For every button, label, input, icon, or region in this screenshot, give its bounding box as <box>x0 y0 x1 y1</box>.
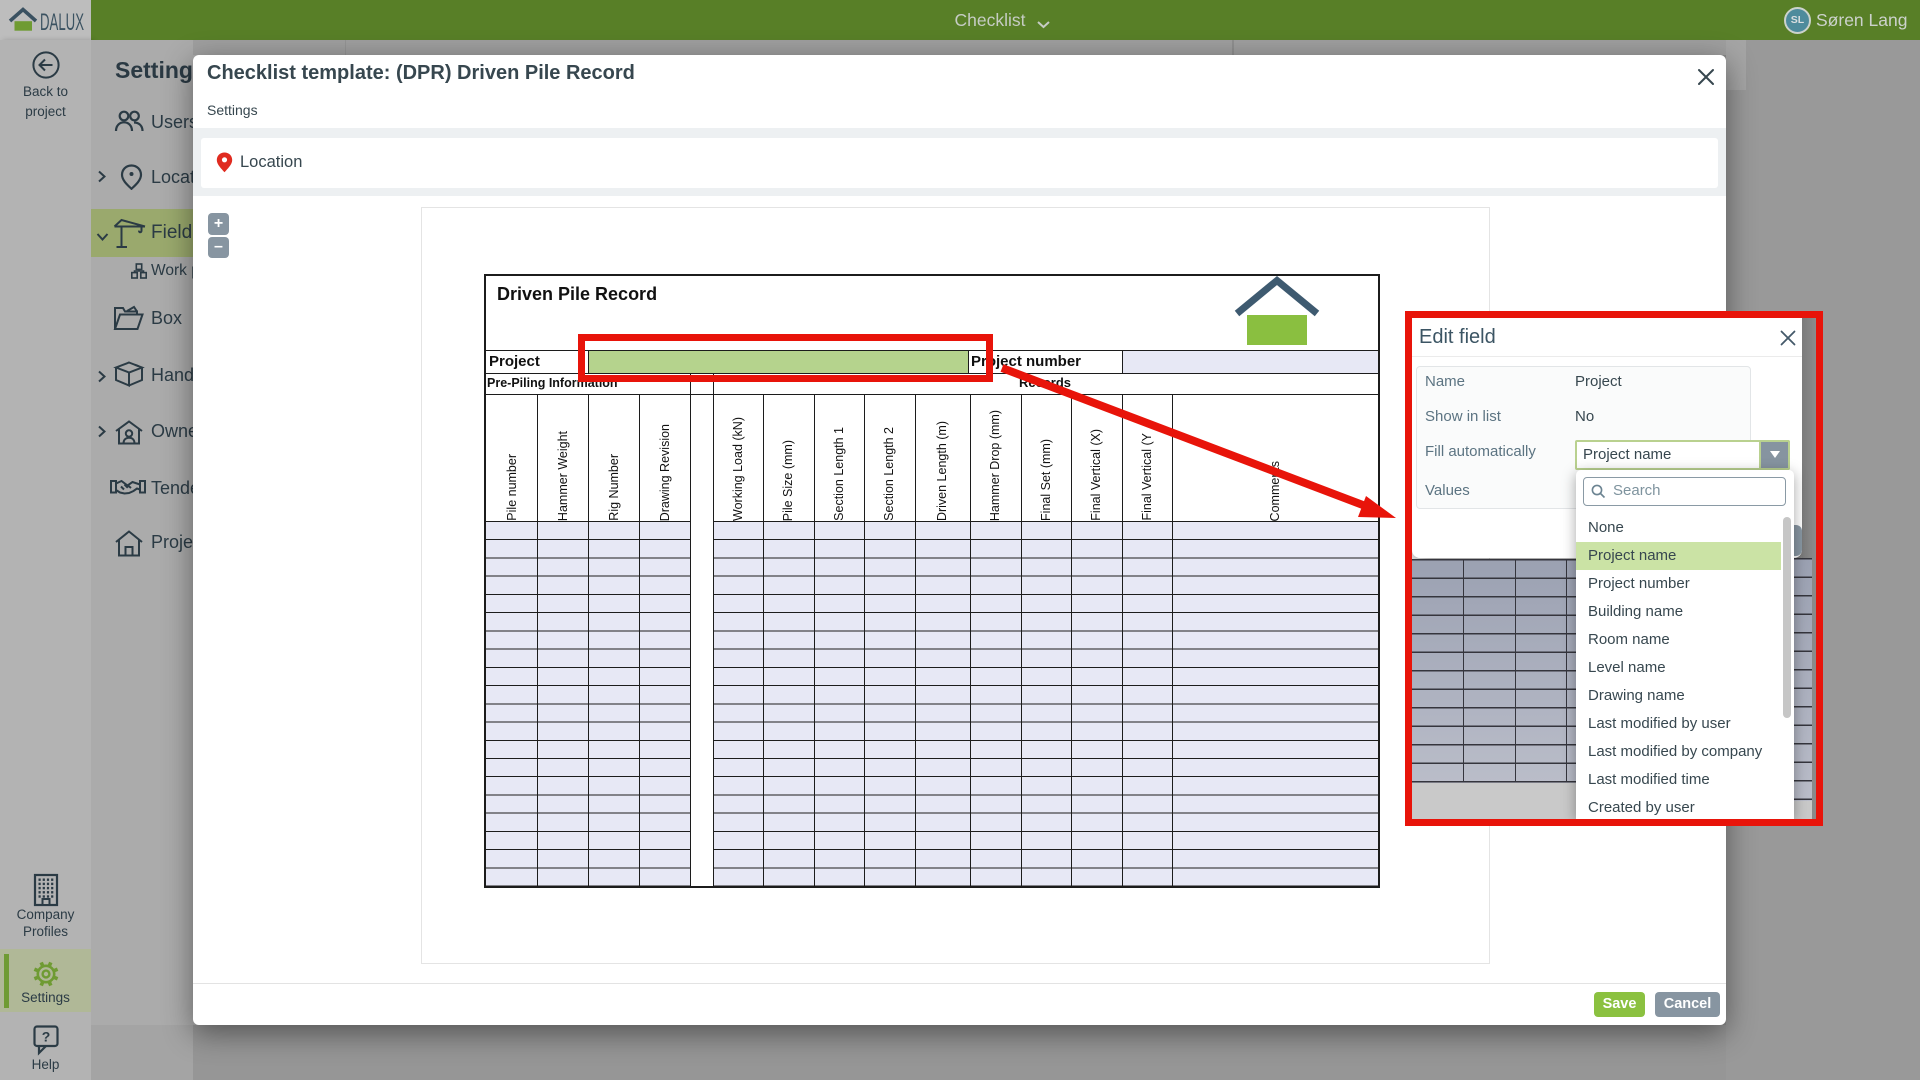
svg-text:?: ? <box>42 1029 51 1045</box>
svg-text:DALUX: DALUX <box>40 9 84 36</box>
